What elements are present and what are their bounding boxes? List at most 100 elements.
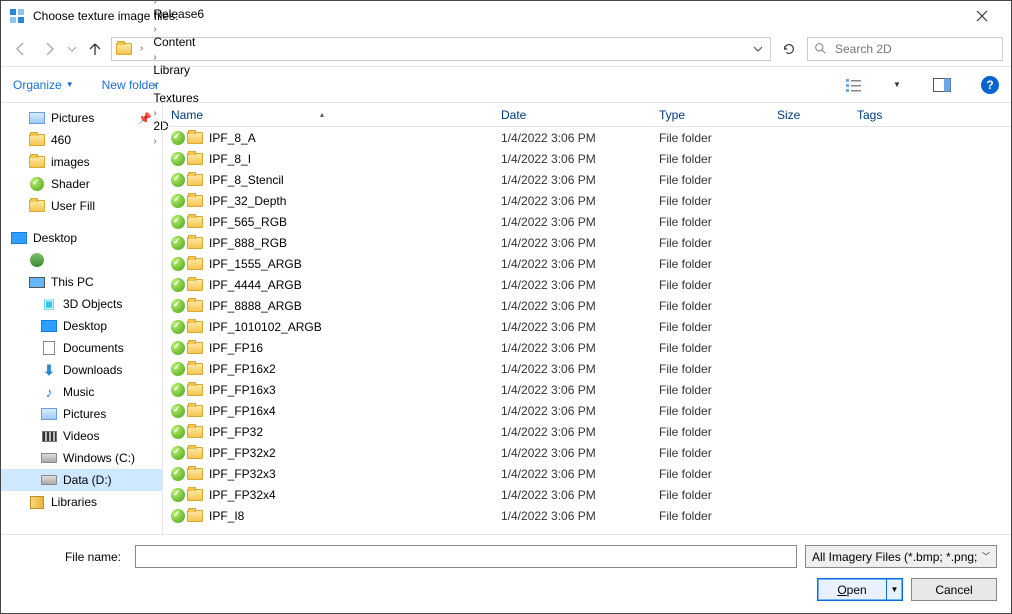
col-tags[interactable]: Tags bbox=[849, 103, 1011, 126]
file-row[interactable]: IPF_8_Stencil1/4/2022 3:06 PMFile folder bbox=[163, 169, 1011, 190]
open-button[interactable]: Open ▼ bbox=[817, 578, 903, 601]
file-row[interactable]: IPF_FP16x31/4/2022 3:06 PMFile folder bbox=[163, 379, 1011, 400]
tree-item[interactable]: Data (D:) bbox=[1, 469, 162, 491]
file-type: File folder bbox=[651, 362, 769, 376]
file-row[interactable]: IPF_8_I1/4/2022 3:06 PMFile folder bbox=[163, 148, 1011, 169]
view-mode-button[interactable] bbox=[843, 74, 865, 96]
desktop-icon bbox=[41, 318, 57, 334]
tree-item[interactable]: ▣3D Objects bbox=[1, 293, 162, 315]
tree-item[interactable]: Desktop bbox=[1, 315, 162, 337]
file-row[interactable]: IPF_565_RGB1/4/2022 3:06 PMFile folder bbox=[163, 211, 1011, 232]
disk-icon bbox=[41, 472, 57, 488]
tree-item[interactable]: 460 bbox=[1, 129, 162, 151]
up-button[interactable] bbox=[83, 37, 107, 61]
file-row[interactable]: IPF_FP32x21/4/2022 3:06 PMFile folder bbox=[163, 442, 1011, 463]
folder-icon bbox=[29, 198, 45, 214]
file-row[interactable]: IPF_FP16x41/4/2022 3:06 PMFile folder bbox=[163, 400, 1011, 421]
cube-icon: ▣ bbox=[41, 296, 57, 312]
tree-item[interactable]: ♪Music bbox=[1, 381, 162, 403]
help-button[interactable]: ? bbox=[981, 76, 999, 94]
file-date: 1/4/2022 3:06 PM bbox=[493, 131, 651, 145]
forward-button[interactable] bbox=[37, 37, 61, 61]
file-row[interactable]: IPF_FP161/4/2022 3:06 PMFile folder bbox=[163, 337, 1011, 358]
tree-item[interactable]: Windows (C:) bbox=[1, 447, 162, 469]
file-row[interactable]: IPF_1010102_ARGB1/4/2022 3:06 PMFile fol… bbox=[163, 316, 1011, 337]
tree-item[interactable]: Libraries bbox=[1, 491, 162, 513]
folder-icon bbox=[187, 363, 203, 375]
file-row[interactable]: IPF_4444_ARGB1/4/2022 3:06 PMFile folder bbox=[163, 274, 1011, 295]
breadcrumb-item[interactable]: Release6 bbox=[149, 7, 208, 21]
tree-item[interactable]: Videos bbox=[1, 425, 162, 447]
open-dropdown[interactable]: ▼ bbox=[886, 579, 902, 600]
file-row[interactable]: IPF_FP16x21/4/2022 3:06 PMFile folder bbox=[163, 358, 1011, 379]
recent-dropdown[interactable] bbox=[65, 37, 79, 61]
tree-item[interactable]: Desktop bbox=[1, 227, 162, 249]
file-row[interactable]: IPF_FP321/4/2022 3:06 PMFile folder bbox=[163, 421, 1011, 442]
tree-item[interactable]: images bbox=[1, 151, 162, 173]
new-folder-button[interactable]: New folder bbox=[102, 78, 159, 92]
view-mode-dropdown[interactable]: ▼ bbox=[893, 80, 903, 89]
chevron-icon[interactable]: › bbox=[149, 52, 160, 63]
col-size[interactable]: Size bbox=[769, 103, 849, 126]
search-placeholder: Search 2D bbox=[835, 42, 892, 56]
file-row[interactable]: IPF_I81/4/2022 3:06 PMFile folder bbox=[163, 505, 1011, 526]
file-name: IPF_FP32x2 bbox=[209, 446, 276, 460]
file-date: 1/4/2022 3:06 PM bbox=[493, 152, 651, 166]
tree-item[interactable]: Documents bbox=[1, 337, 162, 359]
tree-item-label: Libraries bbox=[51, 495, 97, 509]
tree-item[interactable]: ⬇Downloads bbox=[1, 359, 162, 381]
back-button[interactable] bbox=[9, 37, 33, 61]
tree-item[interactable]: This PC bbox=[1, 271, 162, 293]
refresh-button[interactable] bbox=[775, 37, 803, 61]
folder-icon bbox=[187, 237, 203, 249]
preview-pane-button[interactable] bbox=[931, 74, 953, 96]
col-name[interactable]: Name▴ bbox=[163, 103, 493, 126]
close-button[interactable] bbox=[959, 2, 1005, 30]
folder-icon bbox=[187, 426, 203, 438]
file-type: File folder bbox=[651, 215, 769, 229]
file-date: 1/4/2022 3:06 PM bbox=[493, 194, 651, 208]
cancel-button[interactable]: Cancel bbox=[911, 578, 997, 601]
filename-input[interactable] bbox=[135, 545, 797, 568]
file-date: 1/4/2022 3:06 PM bbox=[493, 236, 651, 250]
file-row[interactable]: IPF_8888_ARGB1/4/2022 3:06 PMFile folder bbox=[163, 295, 1011, 316]
breadcrumb-item[interactable]: Content bbox=[149, 35, 208, 49]
tree-item-label: Pictures bbox=[51, 111, 94, 125]
address-dropdown[interactable] bbox=[748, 44, 768, 54]
file-type: File folder bbox=[651, 320, 769, 334]
tree-item[interactable]: Pictures📌 bbox=[1, 107, 162, 129]
file-type-filter[interactable]: All Imagery Files (*.bmp; *.png; ﹀ bbox=[805, 545, 997, 568]
folder-icon bbox=[187, 510, 203, 522]
file-type: File folder bbox=[651, 341, 769, 355]
file-rows[interactable]: IPF_8_A1/4/2022 3:06 PMFile folderIPF_8_… bbox=[163, 127, 1011, 534]
col-date[interactable]: Date bbox=[493, 103, 651, 126]
file-row[interactable]: IPF_FP32x41/4/2022 3:06 PMFile folder bbox=[163, 484, 1011, 505]
file-row[interactable]: IPF_888_RGB1/4/2022 3:06 PMFile folder bbox=[163, 232, 1011, 253]
chevron-icon[interactable]: › bbox=[149, 24, 160, 35]
tree-item[interactable]: Shader bbox=[1, 173, 162, 195]
file-row[interactable]: IPF_FP32x31/4/2022 3:06 PMFile folder bbox=[163, 463, 1011, 484]
file-date: 1/4/2022 3:06 PM bbox=[493, 425, 651, 439]
tree-item[interactable] bbox=[1, 249, 162, 271]
status-icon bbox=[171, 131, 185, 145]
file-date: 1/4/2022 3:06 PM bbox=[493, 215, 651, 229]
file-type: File folder bbox=[651, 299, 769, 313]
bottom-panel: File name: All Imagery Files (*.bmp; *.p… bbox=[1, 534, 1011, 613]
nav-tree[interactable]: Pictures📌460imagesShaderUser Fill Desktop… bbox=[1, 103, 163, 534]
chevron-icon[interactable]: › bbox=[136, 43, 147, 54]
organize-menu[interactable]: Organize ▼ bbox=[13, 78, 74, 92]
file-row[interactable]: IPF_8_A1/4/2022 3:06 PMFile folder bbox=[163, 127, 1011, 148]
file-row[interactable]: IPF_32_Depth1/4/2022 3:06 PMFile folder bbox=[163, 190, 1011, 211]
col-type[interactable]: Type bbox=[651, 103, 769, 126]
address-bar[interactable]: › This PC›Data (D:)›Release6›Content›Lib… bbox=[111, 37, 771, 61]
tree-item[interactable]: User Fill bbox=[1, 195, 162, 217]
file-type: File folder bbox=[651, 467, 769, 481]
status-icon bbox=[171, 467, 185, 481]
search-field[interactable]: Search 2D bbox=[807, 37, 1003, 61]
tree-item[interactable]: Pictures bbox=[1, 403, 162, 425]
folder-icon bbox=[187, 447, 203, 459]
file-name: IPF_888_RGB bbox=[209, 236, 287, 250]
file-date: 1/4/2022 3:06 PM bbox=[493, 467, 651, 481]
folder-icon bbox=[187, 132, 203, 144]
file-row[interactable]: IPF_1555_ARGB1/4/2022 3:06 PMFile folder bbox=[163, 253, 1011, 274]
